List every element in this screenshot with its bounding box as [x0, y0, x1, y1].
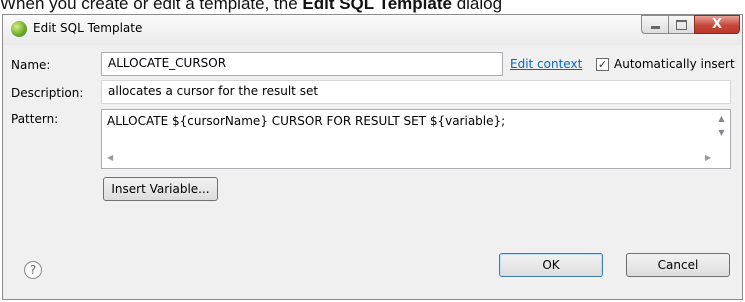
pattern-editor[interactable]: ALLOCATE ${cursorName} CURSOR FOR RESULT… [101, 109, 731, 169]
scroll-right-icon[interactable]: ▶ [705, 153, 711, 162]
caption-text-bold: Edit SQL Template [302, 0, 452, 13]
window-controls: X [641, 15, 740, 35]
auto-insert-label: Automatically insert [614, 57, 735, 71]
description-label: Description: [11, 86, 84, 100]
scroll-up-icon[interactable]: ▲ [713, 114, 730, 123]
cancel-button[interactable]: Cancel [626, 253, 730, 277]
caption-text-before: When you create or edit a template, the [0, 0, 303, 13]
caption-text-after: dialog [451, 0, 503, 13]
description-input[interactable]: allocates a cursor for the result set [101, 80, 731, 104]
vertical-scrollbar[interactable]: ▲ ▼ [713, 110, 730, 152]
doc-caption: When you create or edit a template, the … [0, 0, 745, 14]
eclipse-icon [11, 21, 27, 37]
window-title: Edit SQL Template [33, 21, 143, 35]
scroll-down-icon[interactable]: ▼ [713, 128, 730, 137]
minimize-button[interactable] [641, 15, 668, 34]
close-button[interactable]: X [694, 15, 740, 34]
pattern-label: Pattern: [11, 112, 59, 126]
insert-variable-button[interactable]: Insert Variable... [103, 177, 218, 201]
maximize-button[interactable] [668, 15, 694, 34]
minimize-icon [650, 26, 660, 29]
pattern-text[interactable]: ALLOCATE ${cursorName} CURSOR FOR RESULT… [107, 114, 505, 128]
help-icon[interactable]: ? [24, 261, 42, 279]
close-icon: X [711, 17, 723, 32]
title-bar[interactable]: Edit SQL Template X [3, 15, 742, 45]
scroll-left-icon[interactable]: ◀ [107, 153, 113, 162]
name-input[interactable]: ALLOCATE_CURSOR [101, 52, 503, 76]
name-label: Name: [11, 58, 51, 72]
edit-context-link[interactable]: Edit context [510, 57, 582, 71]
ok-button[interactable]: OK [499, 253, 603, 277]
maximize-icon [676, 19, 687, 30]
edit-sql-template-dialog: Edit SQL Template X Name: ALLOCATE_CURSO… [2, 14, 743, 300]
auto-insert-checkbox[interactable]: ✓ [596, 58, 609, 71]
horizontal-scrollbar[interactable]: ◀ ▶ [102, 151, 713, 168]
